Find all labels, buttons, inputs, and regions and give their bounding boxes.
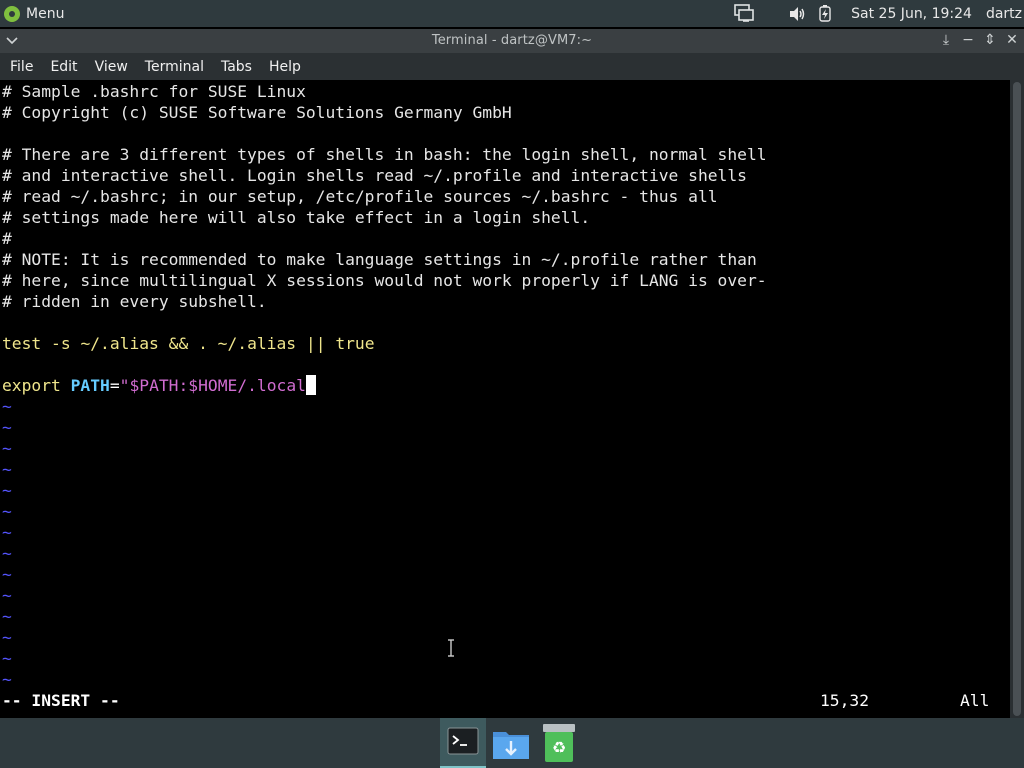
empty-line-tilde: ~ bbox=[2, 670, 12, 689]
trash-taskbar-icon[interactable]: ♻ bbox=[536, 718, 582, 768]
terminal-menubar: File Edit View Terminal Tabs Help bbox=[0, 53, 1024, 80]
editor-line: # read ~/.bashrc; in our setup, /etc/pro… bbox=[2, 187, 718, 206]
volume-icon[interactable] bbox=[783, 0, 813, 27]
empty-line-tilde: ~ bbox=[2, 628, 12, 647]
scrollbar-thumb[interactable] bbox=[1013, 82, 1021, 716]
menu-view[interactable]: View bbox=[87, 59, 136, 75]
editor-line: # NOTE: It is recommended to make langua… bbox=[2, 250, 757, 269]
terminal-scrollbar[interactable] bbox=[1010, 80, 1024, 718]
window-controls: ⤓ − ⇕ ✕ bbox=[938, 32, 1020, 48]
vim-mode-indicator: -- INSERT -- bbox=[2, 691, 120, 710]
empty-line-tilde: ~ bbox=[2, 607, 12, 626]
editor-line: # ridden in every subshell. bbox=[2, 292, 267, 311]
svg-text:♻: ♻ bbox=[552, 738, 566, 757]
empty-line-tilde: ~ bbox=[2, 544, 12, 563]
app-menu-button[interactable]: Menu bbox=[4, 3, 64, 24]
clock[interactable]: Sat 25 Jun, 19:24 bbox=[837, 0, 980, 27]
battery-icon[interactable] bbox=[813, 0, 837, 27]
taskbar: ♻ bbox=[0, 718, 1024, 768]
empty-line-tilde: ~ bbox=[2, 460, 12, 479]
empty-line-tilde: ~ bbox=[2, 418, 12, 437]
editor-line: # Copyright (c) SUSE Software Solutions … bbox=[2, 103, 512, 122]
editor-line-export-path-text: export PATH="$PATH:$HOME/.local bbox=[2, 376, 306, 395]
close-icon[interactable]: ✕ bbox=[1004, 32, 1020, 48]
editor-line: # here, since multilingual X sessions wo… bbox=[2, 271, 767, 290]
user-menu[interactable]: dartz bbox=[980, 0, 1024, 27]
editor-line: # There are 3 different types of shells … bbox=[2, 145, 767, 164]
editor-line-test-alias: test -s ~/.alias && . ~/.alias || true bbox=[2, 333, 375, 354]
cursor-position: 15,32 bbox=[820, 691, 870, 710]
network-icon[interactable] bbox=[727, 0, 783, 27]
editor-line: # bbox=[2, 229, 12, 248]
editor-line-export-path: export PATH="$PATH:$HOME/.local bbox=[2, 375, 316, 396]
editor-line: # and interactive shell. Login shells re… bbox=[2, 166, 747, 185]
downloads-folder-taskbar-icon[interactable] bbox=[488, 718, 534, 768]
editor-line-test-alias-text: test -s ~/.alias && . ~/.alias || true bbox=[2, 334, 375, 353]
mouse-ibeam-cursor-icon bbox=[448, 639, 454, 657]
distro-logo-icon bbox=[4, 5, 20, 22]
empty-line-tilde: ~ bbox=[2, 523, 12, 542]
minimize-icon[interactable]: − bbox=[960, 32, 976, 48]
window-titlebar[interactable]: Terminal - dartz@VM7:~ ⤓ − ⇕ ✕ bbox=[0, 29, 1024, 53]
terminal-taskbar-icon[interactable] bbox=[440, 718, 486, 768]
maximize-icon[interactable]: ⇕ bbox=[982, 32, 998, 48]
empty-line-tilde: ~ bbox=[2, 439, 12, 458]
empty-line-tilde: ~ bbox=[2, 502, 12, 521]
empty-line-tilde: ~ bbox=[2, 586, 12, 605]
pin-icon[interactable]: ⤓ bbox=[938, 32, 954, 48]
app-menu-label: Menu bbox=[26, 5, 65, 22]
text-cursor bbox=[305, 375, 316, 395]
menu-edit[interactable]: Edit bbox=[42, 59, 85, 75]
empty-line-tilde: ~ bbox=[2, 397, 12, 416]
menu-help[interactable]: Help bbox=[261, 59, 309, 75]
empty-line-tilde: ~ bbox=[2, 481, 12, 500]
scroll-indicator: All bbox=[960, 691, 990, 710]
window-title: Terminal - dartz@VM7:~ bbox=[431, 33, 593, 48]
menu-terminal[interactable]: Terminal bbox=[137, 59, 212, 75]
terminal-view[interactable]: # Sample .bashrc for SUSE Linux # Copyri… bbox=[0, 80, 1010, 718]
editor-line: # settings made here will also take effe… bbox=[2, 208, 591, 227]
menu-tabs[interactable]: Tabs bbox=[213, 59, 260, 75]
empty-line-tilde: ~ bbox=[2, 649, 12, 668]
menu-file[interactable]: File bbox=[1, 59, 41, 75]
system-tray: Sat 25 Jun, 19:24 dartz bbox=[727, 0, 1024, 27]
top-panel: Menu Sat 25 Jun, 19:24 dartz bbox=[0, 0, 1024, 27]
editor-line: # Sample .bashrc for SUSE Linux bbox=[2, 82, 306, 101]
empty-line-tilde: ~ bbox=[2, 565, 12, 584]
